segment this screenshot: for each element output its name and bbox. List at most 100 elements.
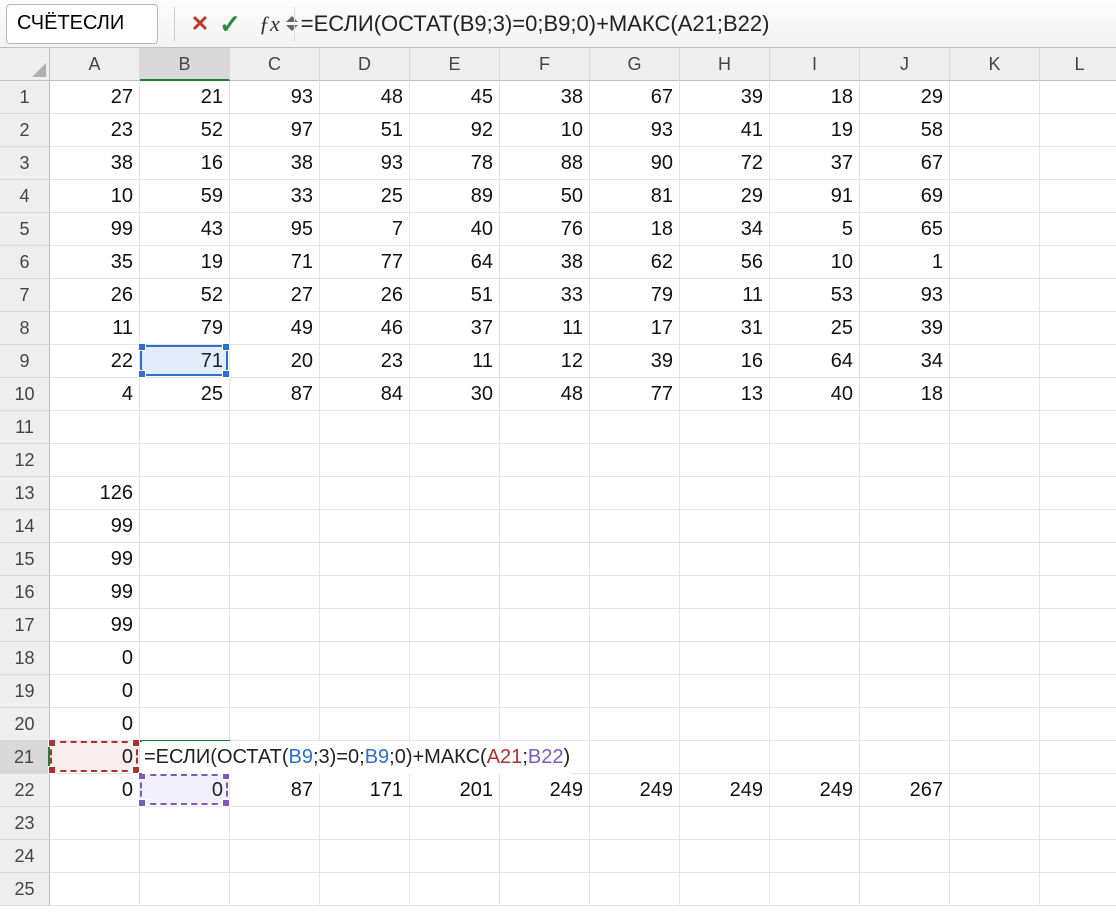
cell-L24[interactable] xyxy=(1040,840,1116,873)
cell-B15[interactable] xyxy=(140,543,230,576)
cell-A7[interactable]: 26 xyxy=(50,279,140,312)
cell-E16[interactable] xyxy=(410,576,500,609)
cell-F7[interactable]: 33 xyxy=(500,279,590,312)
cell-J4[interactable]: 69 xyxy=(860,180,950,213)
cancel-button[interactable]: ✕ xyxy=(185,11,215,37)
row-header-10[interactable]: 10 xyxy=(0,378,50,411)
cell-J23[interactable] xyxy=(860,807,950,840)
row-header-24[interactable]: 24 xyxy=(0,840,50,873)
cell-C14[interactable] xyxy=(230,510,320,543)
cell-J14[interactable] xyxy=(860,510,950,543)
row-header-18[interactable]: 18 xyxy=(0,642,50,675)
cell-C5[interactable]: 95 xyxy=(230,213,320,246)
cell-I3[interactable]: 37 xyxy=(770,147,860,180)
cell-J12[interactable] xyxy=(860,444,950,477)
cell-L21[interactable] xyxy=(1040,741,1116,774)
cell-J1[interactable]: 29 xyxy=(860,81,950,114)
cell-H16[interactable] xyxy=(680,576,770,609)
cell-H24[interactable] xyxy=(680,840,770,873)
cell-D10[interactable]: 84 xyxy=(320,378,410,411)
cell-G11[interactable] xyxy=(590,411,680,444)
cell-J18[interactable] xyxy=(860,642,950,675)
cell-L1[interactable] xyxy=(1040,81,1116,114)
row-header-17[interactable]: 17 xyxy=(0,609,50,642)
cell-G16[interactable] xyxy=(590,576,680,609)
cell-C19[interactable] xyxy=(230,675,320,708)
cell-F20[interactable] xyxy=(500,708,590,741)
cell-L8[interactable] xyxy=(1040,312,1116,345)
cell-D17[interactable] xyxy=(320,609,410,642)
cell-F23[interactable] xyxy=(500,807,590,840)
cell-I10[interactable]: 40 xyxy=(770,378,860,411)
cell-A10[interactable]: 4 xyxy=(50,378,140,411)
cell-F21[interactable] xyxy=(500,741,590,774)
cell-D7[interactable]: 26 xyxy=(320,279,410,312)
cell-A21[interactable]: 0 xyxy=(50,741,140,774)
cell-K6[interactable] xyxy=(950,246,1040,279)
cell-F13[interactable] xyxy=(500,477,590,510)
cell-I19[interactable] xyxy=(770,675,860,708)
cell-C21[interactable] xyxy=(230,741,320,774)
cell-G21[interactable] xyxy=(590,741,680,774)
cell-I18[interactable] xyxy=(770,642,860,675)
cell-G23[interactable] xyxy=(590,807,680,840)
cell-H22[interactable]: 249 xyxy=(680,774,770,807)
cell-B14[interactable] xyxy=(140,510,230,543)
cell-J21[interactable] xyxy=(860,741,950,774)
cell-H11[interactable] xyxy=(680,411,770,444)
cell-I25[interactable] xyxy=(770,873,860,906)
cell-L20[interactable] xyxy=(1040,708,1116,741)
cell-A11[interactable] xyxy=(50,411,140,444)
cell-I24[interactable] xyxy=(770,840,860,873)
cell-D15[interactable] xyxy=(320,543,410,576)
cell-A5[interactable]: 99 xyxy=(50,213,140,246)
cell-H9[interactable]: 16 xyxy=(680,345,770,378)
cell-C10[interactable]: 87 xyxy=(230,378,320,411)
cell-D8[interactable]: 46 xyxy=(320,312,410,345)
cell-G5[interactable]: 18 xyxy=(590,213,680,246)
cell-C7[interactable]: 27 xyxy=(230,279,320,312)
cell-H14[interactable] xyxy=(680,510,770,543)
cell-J7[interactable]: 93 xyxy=(860,279,950,312)
cell-D18[interactable] xyxy=(320,642,410,675)
cell-B13[interactable] xyxy=(140,477,230,510)
cell-E21[interactable] xyxy=(410,741,500,774)
cell-A17[interactable]: 99 xyxy=(50,609,140,642)
cell-H13[interactable] xyxy=(680,477,770,510)
cell-F2[interactable]: 10 xyxy=(500,114,590,147)
cell-B7[interactable]: 52 xyxy=(140,279,230,312)
row-header-15[interactable]: 15 xyxy=(0,543,50,576)
cell-K8[interactable] xyxy=(950,312,1040,345)
cell-H3[interactable]: 72 xyxy=(680,147,770,180)
cell-B3[interactable]: 16 xyxy=(140,147,230,180)
cell-I1[interactable]: 18 xyxy=(770,81,860,114)
cell-B17[interactable] xyxy=(140,609,230,642)
cell-H8[interactable]: 31 xyxy=(680,312,770,345)
column-header-l[interactable]: L xyxy=(1040,48,1116,81)
cell-L23[interactable] xyxy=(1040,807,1116,840)
cell-F6[interactable]: 38 xyxy=(500,246,590,279)
cell-K24[interactable] xyxy=(950,840,1040,873)
cell-E23[interactable] xyxy=(410,807,500,840)
cell-I6[interactable]: 10 xyxy=(770,246,860,279)
cell-K7[interactable] xyxy=(950,279,1040,312)
cell-A14[interactable]: 99 xyxy=(50,510,140,543)
row-header-4[interactable]: 4 xyxy=(0,180,50,213)
cell-C2[interactable]: 97 xyxy=(230,114,320,147)
cell-I12[interactable] xyxy=(770,444,860,477)
cell-K9[interactable] xyxy=(950,345,1040,378)
cell-J2[interactable]: 58 xyxy=(860,114,950,147)
cell-B11[interactable] xyxy=(140,411,230,444)
cell-E14[interactable] xyxy=(410,510,500,543)
cell-E22[interactable]: 201 xyxy=(410,774,500,807)
cell-F25[interactable] xyxy=(500,873,590,906)
cell-B5[interactable]: 43 xyxy=(140,213,230,246)
cell-A16[interactable]: 99 xyxy=(50,576,140,609)
cell-F4[interactable]: 50 xyxy=(500,180,590,213)
cell-F3[interactable]: 88 xyxy=(500,147,590,180)
cell-F14[interactable] xyxy=(500,510,590,543)
column-header-k[interactable]: K xyxy=(950,48,1040,81)
cell-G15[interactable] xyxy=(590,543,680,576)
cell-I4[interactable]: 91 xyxy=(770,180,860,213)
cell-A22[interactable]: 0 xyxy=(50,774,140,807)
